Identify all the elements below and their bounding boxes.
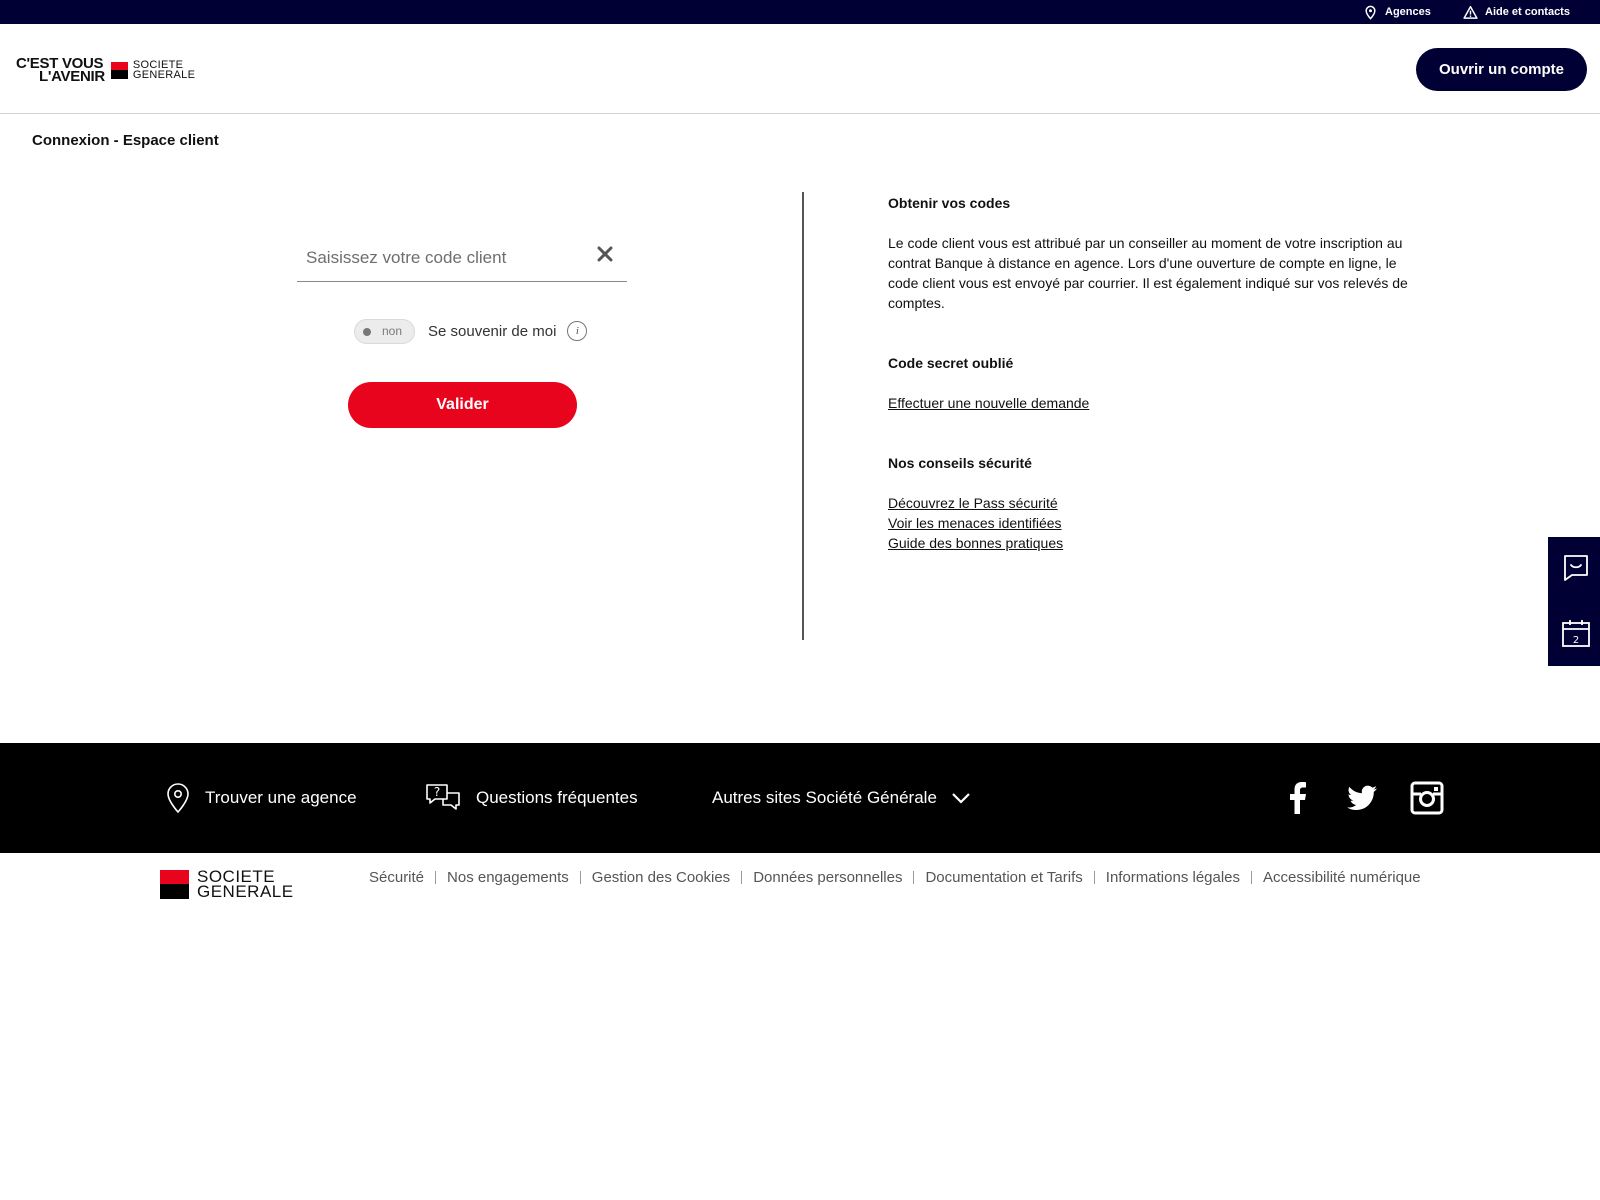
- aide-contacts-label: Aide et contacts: [1485, 6, 1570, 18]
- legal-link-informations[interactable]: Informations légales: [1106, 869, 1240, 886]
- sg-square-icon: [110, 61, 128, 79]
- sg-square-icon: [160, 869, 189, 899]
- security-links: Découvrez le Pass sécurité Voir les mena…: [888, 493, 1408, 553]
- separator: [1093, 871, 1095, 884]
- find-agency-label: Trouver une agence: [205, 788, 357, 807]
- info-glyph: i: [575, 325, 579, 337]
- code-client-field: [297, 232, 627, 282]
- info-icon[interactable]: i: [567, 321, 588, 341]
- legal-link-documentation[interactable]: Documentation et Tarifs: [925, 869, 1082, 886]
- close-icon: [597, 246, 613, 262]
- legal-links: Sécurité Nos engagements Gestion des Coo…: [369, 869, 1421, 886]
- remember-me-row: non Se souvenir de moi i: [354, 318, 588, 344]
- twitter-icon[interactable]: [1345, 781, 1379, 815]
- separator: [435, 871, 437, 884]
- side-widget: 2: [1548, 537, 1600, 666]
- separator: [741, 871, 743, 884]
- code-client-input[interactable]: [306, 244, 576, 272]
- separator: [913, 871, 915, 884]
- agences-link[interactable]: Agences: [1363, 0, 1431, 24]
- facebook-icon[interactable]: [1281, 781, 1315, 815]
- faq-link[interactable]: ? Questions fréquentes: [424, 743, 638, 853]
- warning-triangle-icon: [1463, 5, 1478, 19]
- footer-main: Trouver une agence ? Questions fréquente…: [0, 743, 1600, 853]
- calendar-digit: 2: [1573, 635, 1579, 646]
- help-column: Obtenir vos codes Le code client vous es…: [888, 193, 1408, 593]
- chat-smile-icon[interactable]: [1560, 552, 1592, 584]
- logo-brand: SOCIETE GENERALE: [132, 60, 196, 81]
- legal-link-accessibilite[interactable]: Accessibilité numérique: [1263, 869, 1421, 886]
- toggle-state-label: non: [382, 323, 403, 338]
- other-sites-label: Autres sites Société Générale: [712, 788, 937, 807]
- remember-me-label: Se souvenir de moi: [428, 322, 557, 340]
- codes-description: Le code client vous est attribué par un …: [888, 235, 1408, 311]
- secret-code-links: Effectuer une nouvelle demande: [888, 393, 1408, 413]
- open-account-button[interactable]: Ouvrir un compte: [1416, 48, 1587, 91]
- separator: [1251, 871, 1253, 884]
- menaces-link[interactable]: Voir les menaces identifiées: [888, 513, 1408, 533]
- footer-brand-line-2: GENERALE: [197, 882, 294, 901]
- instagram-icon[interactable]: [1410, 781, 1444, 815]
- footer-logo[interactable]: SOCIETE GENERALE: [160, 868, 294, 901]
- footer-legal: SOCIETE GENERALE Sécurité Nos engagement…: [0, 853, 1600, 923]
- find-agency-link[interactable]: Trouver une agence: [165, 743, 357, 853]
- other-sites-dropdown[interactable]: Autres sites Société Générale: [712, 743, 971, 853]
- top-utility-bar: Agences Aide et contacts: [0, 0, 1600, 24]
- clear-input-button[interactable]: [593, 242, 617, 266]
- aide-contacts-link[interactable]: Aide et contacts: [1463, 0, 1570, 24]
- legal-link-cookies[interactable]: Gestion des Cookies: [592, 869, 730, 886]
- faq-label: Questions fréquentes: [476, 788, 638, 807]
- home-logo[interactable]: C'EST VOUS L'AVENIR SOCIETE GENERALE: [16, 54, 216, 86]
- vertical-divider: [802, 192, 804, 640]
- remember-me-toggle[interactable]: non: [354, 318, 415, 344]
- calendar-icon[interactable]: 2: [1560, 617, 1592, 649]
- separator: [579, 871, 581, 884]
- footer-brand: SOCIETE GENERALE: [197, 868, 294, 901]
- question-bubbles-icon: ?: [426, 784, 460, 810]
- legal-link-securite[interactable]: Sécurité: [369, 869, 424, 886]
- submit-button[interactable]: Valider: [348, 382, 577, 428]
- location-pin-icon: [1365, 5, 1376, 20]
- svg-text:?: ?: [434, 785, 440, 799]
- agences-label: Agences: [1385, 6, 1431, 18]
- logo-slogan: C'EST VOUS L'AVENIR: [16, 56, 105, 84]
- secret-code-heading: Code secret oublié: [888, 355, 1014, 371]
- security-heading: Nos conseils sécurité: [888, 455, 1032, 471]
- site-header: C'EST VOUS L'AVENIR SOCIETE GENERALE Ouv…: [0, 24, 1600, 114]
- new-request-link[interactable]: Effectuer une nouvelle demande: [888, 393, 1408, 413]
- brand-line-2: GENERALE: [132, 69, 196, 81]
- page-title: Connexion - Espace client: [32, 132, 219, 149]
- bonnes-pratiques-link[interactable]: Guide des bonnes pratiques: [888, 533, 1408, 553]
- location-pin-icon: [167, 783, 189, 814]
- legal-link-donnees[interactable]: Données personnelles: [753, 869, 902, 886]
- pass-securite-link[interactable]: Découvrez le Pass sécurité: [888, 493, 1408, 513]
- codes-heading: Obtenir vos codes: [888, 195, 1011, 211]
- toggle-knob: [363, 327, 371, 336]
- legal-link-engagements[interactable]: Nos engagements: [447, 869, 569, 886]
- chevron-down-icon: [952, 793, 970, 804]
